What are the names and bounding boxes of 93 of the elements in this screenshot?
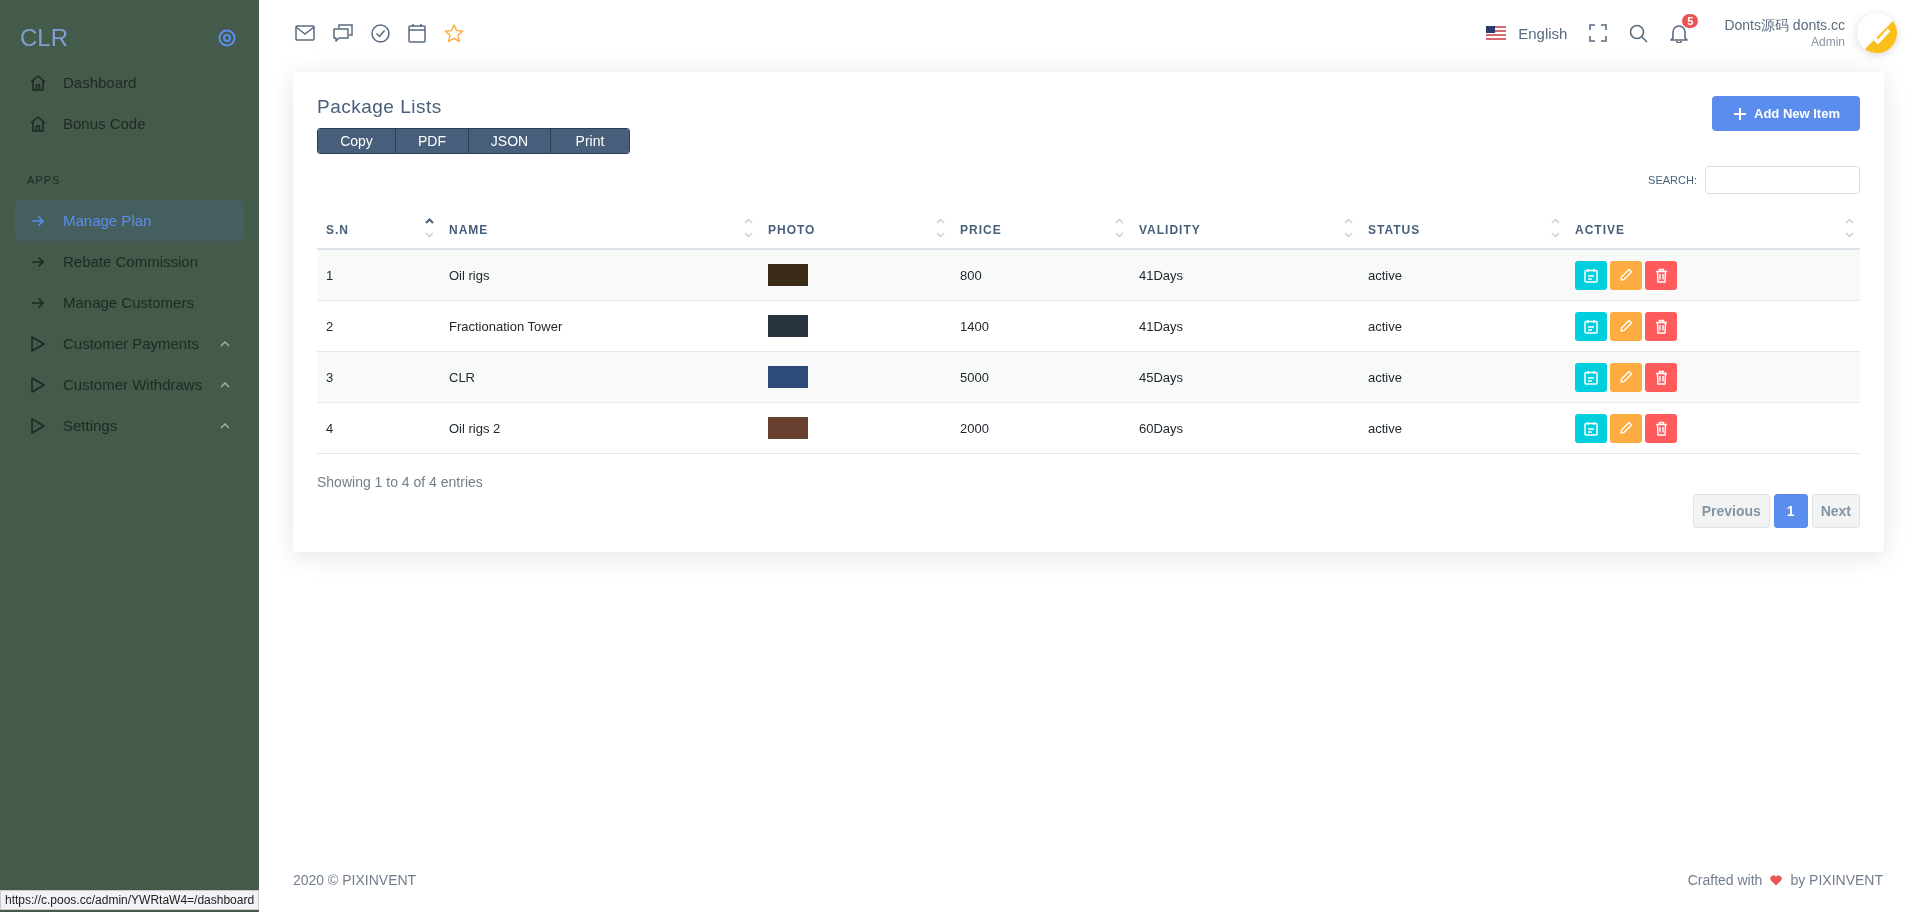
table-cell: active (1359, 351, 1566, 403)
export-button[interactable]: PDF (396, 129, 469, 153)
heart-icon (1770, 874, 1783, 886)
table-cell: 41Days (1130, 300, 1359, 352)
table-cell: 45Days (1130, 351, 1359, 403)
photo-placeholder (768, 366, 808, 388)
table-cell: active (1359, 249, 1566, 301)
edit-button[interactable] (1610, 413, 1642, 443)
calendar-icon (1584, 318, 1598, 334)
photo-placeholder (768, 315, 808, 337)
mail-icon[interactable] (295, 25, 315, 41)
view-button[interactable] (1575, 260, 1607, 290)
arrow-right-icon (29, 213, 47, 228)
delete-button[interactable] (1645, 311, 1677, 341)
table-cell: 5000 (951, 351, 1130, 403)
language-selector[interactable]: English (1486, 24, 1568, 42)
pagination-nav-button[interactable]: Previous (1692, 494, 1770, 528)
toggle-icon[interactable] (218, 29, 236, 47)
search-field[interactable] (1705, 166, 1860, 194)
play-icon (29, 334, 47, 353)
view-button[interactable] (1575, 413, 1607, 443)
table-cell: 800 (951, 249, 1130, 301)
search-icon[interactable] (1629, 23, 1649, 43)
chevron-up-icon (220, 381, 230, 388)
plus-icon (1734, 107, 1747, 120)
status-url-tooltip: https://c.poos.cc/admin/YWRtaW4=/dashboard (0, 890, 260, 910)
export-button[interactable]: Copy (318, 129, 396, 153)
view-button[interactable] (1575, 311, 1607, 341)
notification-badge: 5 (1682, 14, 1699, 28)
table-cell: active (1359, 300, 1566, 352)
pagination-nav-button[interactable]: Next (1811, 494, 1860, 528)
table-cell: 2000 (951, 402, 1130, 454)
delete-button[interactable] (1645, 362, 1677, 392)
table-cell: 41Days (1130, 249, 1359, 301)
credit-text: by PIXINVENT (1790, 872, 1883, 888)
trash-icon (1654, 267, 1668, 283)
delete-button[interactable] (1645, 413, 1677, 443)
pencil-icon (1619, 319, 1633, 333)
table-cell: 1400 (951, 300, 1130, 352)
calendar-icon (1584, 267, 1598, 283)
flag-icon (1486, 26, 1507, 40)
credit-text: Crafted with (1687, 872, 1763, 888)
table-cell: 2 (317, 300, 440, 352)
card-title: Package Lists (317, 96, 443, 118)
fullscreen-icon[interactable] (1589, 24, 1608, 42)
table-cell: 3 (317, 351, 440, 403)
photo-placeholder (768, 417, 808, 439)
table-cell: 60Days (1130, 402, 1359, 454)
page-button[interactable]: 1 (1773, 494, 1808, 528)
trash-icon (1654, 420, 1668, 436)
pencil-icon (1619, 421, 1633, 435)
copyright-text: 2020 © PIXINVENT (293, 872, 417, 888)
search-label: SEARCH: (1648, 174, 1697, 186)
table-cell: Fractionation Tower (440, 300, 759, 352)
chevron-up-icon (220, 422, 230, 429)
user-role: Admin (1811, 35, 1845, 49)
table-cell: 4 (317, 402, 440, 454)
trash-icon (1654, 369, 1668, 385)
chevron-up-icon (220, 340, 230, 347)
photo-placeholder (768, 264, 808, 286)
home-icon (29, 73, 47, 92)
view-button[interactable] (1575, 362, 1607, 392)
star-icon[interactable] (444, 23, 464, 43)
play-icon (29, 416, 47, 435)
user-name: Donts源码 donts.cc (1724, 17, 1845, 35)
export-button[interactable]: Print (551, 129, 629, 153)
home-icon (29, 114, 47, 133)
pencil-icon (1619, 370, 1633, 384)
table-cell: active (1359, 402, 1566, 454)
calendar-icon (1584, 420, 1598, 436)
entries-info: Showing 1 to 4 of 4 entries (317, 474, 484, 490)
sidebar-item[interactable]: Manage Plan (15, 200, 244, 241)
edit-button[interactable] (1610, 260, 1642, 290)
edit-button[interactable] (1610, 362, 1642, 392)
pencil-icon (1619, 268, 1633, 282)
table-cell: CLR (440, 351, 759, 403)
bell-icon[interactable] (1670, 23, 1689, 43)
calendar-icon[interactable] (408, 23, 426, 43)
table-cell: Oil rigs 2 (440, 402, 759, 454)
delete-button[interactable] (1645, 260, 1677, 290)
table-cell: Oil rigs (440, 249, 759, 301)
export-button[interactable]: JSON (469, 129, 551, 153)
calendar-icon (1584, 369, 1598, 385)
chat-icon[interactable] (333, 23, 353, 43)
play-icon (29, 375, 47, 394)
check-circle-icon[interactable] (371, 23, 390, 43)
table-cell: 1 (317, 249, 440, 301)
edit-button[interactable] (1610, 311, 1642, 341)
add-new-item-button[interactable]: Add New Item (1712, 96, 1860, 131)
arrow-right-icon (29, 254, 47, 269)
arrow-right-icon (29, 295, 47, 310)
trash-icon (1654, 318, 1668, 334)
brand-logo[interactable]: CLR (20, 24, 68, 52)
